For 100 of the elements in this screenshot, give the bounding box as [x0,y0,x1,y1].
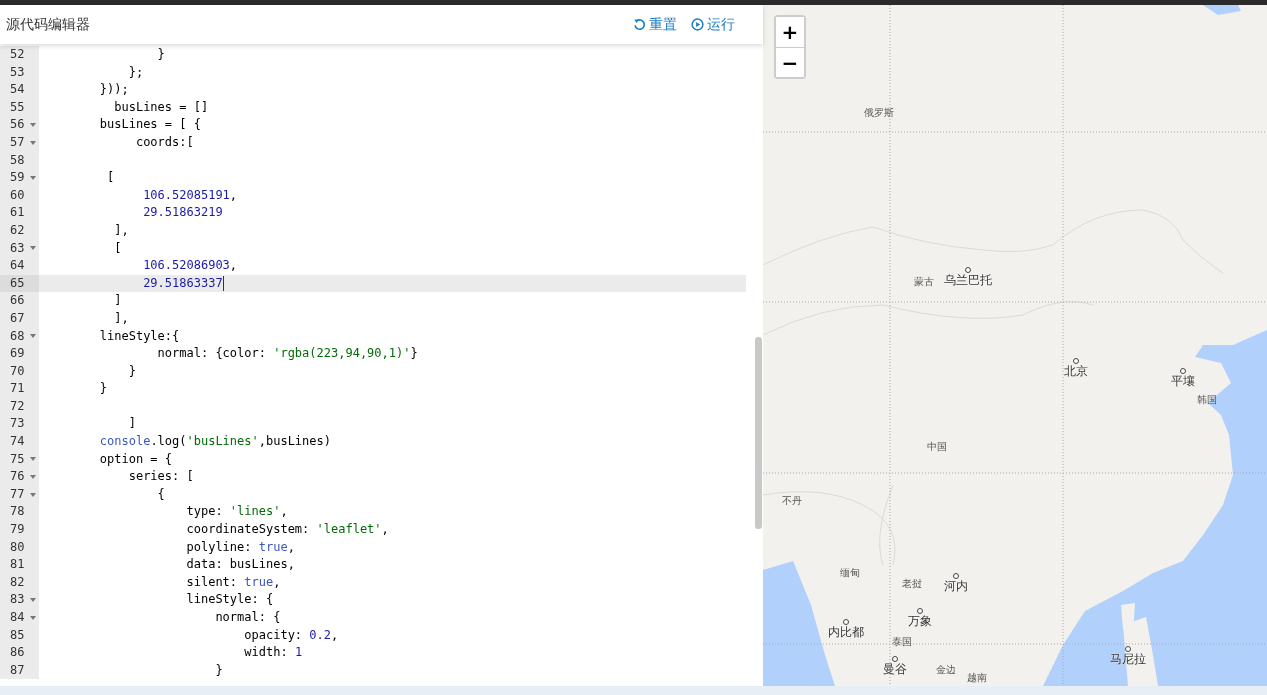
line-number: 76 [10,468,26,486]
line-number: 57 [10,133,26,151]
code-line: } [156,46,165,63]
line-number: 68 [10,327,26,345]
fold-arrow-icon[interactable] [30,140,36,145]
code-line: } [98,380,108,398]
line-number: 53 [10,63,26,81]
code-line: series: [ [127,468,194,486]
code-line: option = { [98,450,173,468]
city-marker-icon [1073,358,1079,364]
city-marker-icon [917,608,923,614]
line-number: 59 [10,169,26,187]
code-line: { [156,485,165,503]
line-number: 62 [10,221,26,239]
line-number: 72 [10,397,26,415]
line-number: 63 [10,239,26,257]
line-number: 83 [10,591,26,609]
line-number: 56 [10,116,26,134]
fold-arrow-icon[interactable] [30,615,36,620]
fold-arrow-icon[interactable] [30,246,36,251]
play-icon [691,18,704,31]
code-line: busLines = [] [113,98,209,116]
code-line: busLines = [ { [98,116,201,134]
code-line: [ [113,239,122,257]
code-line: })); [98,81,129,99]
line-number: 64 [10,257,26,275]
code-line: 29.51863219 [142,204,223,222]
fold-arrow-icon[interactable] [30,457,36,462]
city-marker-icon [843,619,849,625]
city-marker-icon [1180,368,1186,374]
code-line: ], [113,221,129,239]
city-marker-icon [1125,646,1131,652]
city-label: 内比都 [828,624,864,641]
line-number: 74 [10,433,26,451]
fold-arrow-icon[interactable] [30,475,36,480]
city-label: 北京 [1064,363,1088,380]
code-line: } [214,661,223,679]
city-marker-icon [953,573,959,579]
code-line: type: 'lines', [185,503,288,521]
code-line: } [127,362,136,380]
line-number: 78 [10,503,26,521]
city-label: 乌兰巴托 [944,272,992,289]
country-label: 不丹 [782,494,802,508]
city-label: 河内 [944,578,968,595]
code-line: coordinateSystem: 'leaflet', [185,521,389,539]
line-number: 58 [10,151,26,169]
code-line: ] [113,292,122,310]
line-number: 55 [10,98,26,116]
code-line: opacity: 0.2, [243,626,339,644]
line-number: 54 [10,81,26,99]
code-line: normal: {color: 'rgba(223,94,90,1)'} [156,345,418,363]
country-label: 俄罗斯 [864,106,894,120]
line-number: 79 [10,521,26,539]
country-label: 蒙古 [914,275,934,289]
fold-arrow-icon[interactable] [30,598,36,603]
country-label: 缅甸 [840,566,860,580]
line-number: 70 [10,362,26,380]
code-line: [ [106,169,115,187]
city-marker-icon [892,656,898,662]
line-number: 77 [10,485,26,503]
line-number: 82 [10,573,26,591]
line-number: 71 [10,380,26,398]
line-number: 86 [10,644,26,662]
code-line: normal: { [214,609,281,626]
country-label: 韩国 [1197,393,1217,407]
country-label: 越南 [967,671,987,685]
code-line: lineStyle: { [185,591,274,609]
code-line: ], [113,309,129,327]
code-line: polyline: true, [185,538,295,556]
line-number: 80 [10,538,26,556]
city-label: 曼谷 [883,661,907,678]
line-number: 61 [10,204,26,222]
line-number: 67 [10,309,26,327]
scrollbar-thumb[interactable] [755,337,762,529]
code-line: width: 1 [243,644,303,662]
fold-arrow-icon[interactable] [30,492,36,497]
line-number: 65 [10,274,26,292]
country-label: 中国 [927,440,947,454]
city-label: 平壤 [1171,373,1195,390]
reset-icon [633,18,646,31]
zoom-out-button[interactable]: − [776,47,804,77]
code-line: console.log('busLines',busLines) [98,433,331,451]
line-number: 73 [10,415,26,433]
line-number: 87 [10,661,26,679]
line-number: 52 [10,46,26,63]
fold-arrow-icon[interactable] [30,175,36,180]
code-line: data: busLines, [185,556,295,574]
line-number: 85 [10,626,26,644]
reset-button[interactable]: 重置 [633,15,677,34]
fold-arrow-icon[interactable] [30,123,36,128]
line-number: 84 [10,609,26,626]
run-button[interactable]: 运行 [691,15,735,34]
line-number: 81 [10,556,26,574]
fold-arrow-icon[interactable] [30,334,36,339]
code-line: silent: true, [185,573,281,591]
city-label: 万象 [908,613,932,630]
line-number: 60 [10,186,26,204]
city-label: 马尼拉 [1110,651,1146,668]
editor-title: 源代码编辑器 [6,15,90,34]
code-line: lineStyle:{ [98,327,180,345]
